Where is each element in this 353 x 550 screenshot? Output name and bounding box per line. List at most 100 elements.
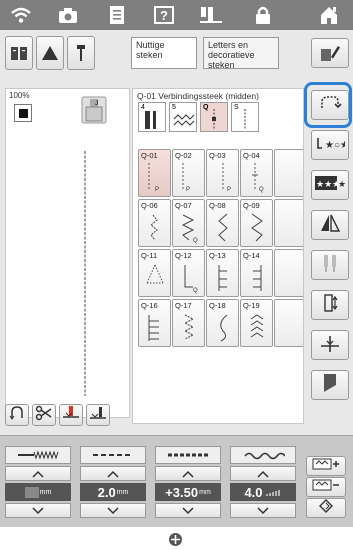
recent-stitch-label: S bbox=[234, 104, 239, 111]
recent-stitch[interactable]: 4 bbox=[138, 102, 166, 132]
home-icon[interactable] bbox=[316, 3, 342, 27]
svg-text:P: P bbox=[186, 187, 190, 193]
stitch-q-14[interactable]: Q-14 bbox=[240, 249, 273, 297]
stitch-code: Q-01 bbox=[141, 151, 158, 160]
pattern-mirror-button[interactable]: ★○★ bbox=[311, 130, 349, 160]
memory-recall-icon bbox=[311, 478, 341, 497]
stitch-code: Q-04 bbox=[243, 151, 260, 160]
lock-icon[interactable] bbox=[250, 3, 276, 27]
mirror-button[interactable] bbox=[311, 210, 349, 240]
width-increase-button[interactable] bbox=[5, 466, 71, 481]
reverse-stitch-button[interactable] bbox=[5, 404, 29, 426]
presser-foot-lift-button[interactable] bbox=[86, 404, 110, 426]
scissors-icon bbox=[35, 405, 53, 426]
length-decrease-button[interactable] bbox=[80, 503, 146, 518]
shift-decrease-button[interactable] bbox=[155, 503, 221, 518]
length-increase-button[interactable] bbox=[80, 466, 146, 481]
stitch-q-10-partial[interactable] bbox=[274, 199, 303, 247]
tension-wave-icon bbox=[230, 446, 296, 464]
stitch-q-09[interactable]: Q-09 bbox=[240, 199, 273, 247]
stitch-code: Q-17 bbox=[175, 301, 192, 310]
stars-pattern-button[interactable]: ★★★ ★ bbox=[311, 170, 349, 200]
color-swatch[interactable] bbox=[14, 104, 32, 122]
stitch-selection-grid: Q-01 Verbindingssteek (midden) 4 5 Q S Q… bbox=[132, 88, 304, 424]
stitch-q-18[interactable]: Q-18 bbox=[206, 299, 239, 347]
document-icon[interactable] bbox=[104, 3, 130, 27]
tab-letters-decorative[interactable]: Letters en decoratieve steken bbox=[203, 37, 279, 70]
tension-increase-button[interactable] bbox=[230, 466, 296, 481]
recent-stitch[interactable]: Q bbox=[200, 102, 228, 132]
recent-stitch[interactable]: 5 bbox=[169, 102, 197, 132]
status-bar: ? bbox=[0, 0, 353, 30]
needle-position-icon bbox=[319, 293, 341, 318]
stitch-code: Q-12 bbox=[175, 251, 192, 260]
presser-foot-j-icon: J bbox=[80, 95, 108, 125]
stitch-q-15-partial[interactable] bbox=[274, 249, 303, 297]
camera-icon[interactable] bbox=[55, 3, 81, 27]
stitch-q-20-partial[interactable] bbox=[274, 299, 303, 347]
reset-icon bbox=[318, 498, 334, 518]
help-icon[interactable]: ? bbox=[151, 3, 177, 27]
shift-dashes-icon bbox=[155, 446, 221, 464]
memory-recall-button[interactable] bbox=[306, 477, 346, 497]
lr-shift-setting: +3.50 mm bbox=[155, 446, 221, 524]
triangle-icon[interactable] bbox=[36, 36, 64, 70]
width-value: mm bbox=[5, 483, 71, 501]
stitch-q-19[interactable]: Q-19 bbox=[240, 299, 273, 347]
stitch-width-setting: mm bbox=[5, 446, 71, 524]
wifi-icon[interactable] bbox=[8, 3, 34, 27]
stitch-code: Q-07 bbox=[175, 201, 192, 210]
svg-text:★: ★ bbox=[338, 179, 346, 189]
width-decrease-button[interactable] bbox=[5, 503, 71, 518]
book-icon[interactable] bbox=[5, 36, 33, 70]
memory-save-button[interactable] bbox=[306, 456, 346, 476]
shift-value: +3.50 mm bbox=[155, 483, 221, 501]
bottom-strip bbox=[0, 526, 353, 550]
stitch-q-07[interactable]: Q-07 Q bbox=[172, 199, 205, 247]
stitch-q-05-partial[interactable] bbox=[274, 149, 303, 197]
thread-cutter-button[interactable] bbox=[32, 404, 56, 426]
recent-stitch-label: 4 bbox=[141, 104, 145, 111]
needle-position-button[interactable] bbox=[311, 290, 349, 320]
needle-stop-down-button[interactable] bbox=[59, 404, 83, 426]
tension-bars-icon bbox=[265, 490, 280, 496]
needle-down-icon bbox=[62, 405, 80, 426]
recent-stitch[interactable]: S bbox=[231, 102, 259, 132]
stitch-code: Q-06 bbox=[141, 201, 158, 210]
help-gear-icon[interactable] bbox=[168, 532, 183, 547]
twin-needle-button[interactable] bbox=[311, 250, 349, 280]
stitch-code: Q-18 bbox=[209, 301, 226, 310]
reverse-stitch-icon bbox=[9, 405, 25, 426]
stars-pattern-icon: ★★★ ★ bbox=[314, 175, 346, 196]
recent-stitch-label: Q bbox=[203, 104, 209, 111]
stitch-q-04[interactable]: Q-04 Q bbox=[240, 149, 273, 197]
tension-decrease-button[interactable] bbox=[230, 503, 296, 518]
stitch-q-16[interactable]: Q-16 bbox=[138, 299, 171, 347]
stitch-q-03[interactable]: Q-03 P bbox=[206, 149, 239, 197]
stitch-q-13[interactable]: Q-13 bbox=[206, 249, 239, 297]
elongation-button[interactable] bbox=[311, 330, 349, 360]
stitch-code: Q-14 bbox=[243, 251, 260, 260]
reset-button[interactable] bbox=[306, 498, 346, 518]
twin-needle-icon bbox=[319, 253, 341, 278]
stitch-q-02[interactable]: Q-02 P bbox=[172, 149, 205, 197]
stitch-q-17[interactable]: Q-17 bbox=[172, 299, 205, 347]
stitch-q-11[interactable]: Q-11 bbox=[138, 249, 171, 297]
stitch-q-12[interactable]: Q-12 Q bbox=[172, 249, 205, 297]
needle-mode-icon[interactable] bbox=[198, 3, 224, 27]
presser-foot-icon[interactable] bbox=[67, 36, 95, 70]
bobbin-button[interactable] bbox=[311, 370, 349, 400]
edit-pencil-icon[interactable] bbox=[311, 38, 349, 68]
length-dashes-icon bbox=[80, 446, 146, 464]
svg-text:J: J bbox=[95, 101, 98, 107]
stitch-q-08[interactable]: Q-08 bbox=[206, 199, 239, 247]
shift-increase-button[interactable] bbox=[155, 466, 221, 481]
stitch-preview: 100% J bbox=[5, 88, 130, 418]
svg-text:P: P bbox=[155, 187, 159, 193]
highlight-ring bbox=[304, 82, 352, 128]
svg-text:P: P bbox=[227, 187, 231, 193]
stitch-q-01[interactable]: Q-01 P bbox=[138, 149, 171, 197]
stitch-q-06[interactable]: Q-06 bbox=[138, 199, 171, 247]
tab-utility-stitches[interactable]: Nuttige steken bbox=[131, 37, 197, 69]
width-value-placeholder bbox=[24, 486, 39, 498]
